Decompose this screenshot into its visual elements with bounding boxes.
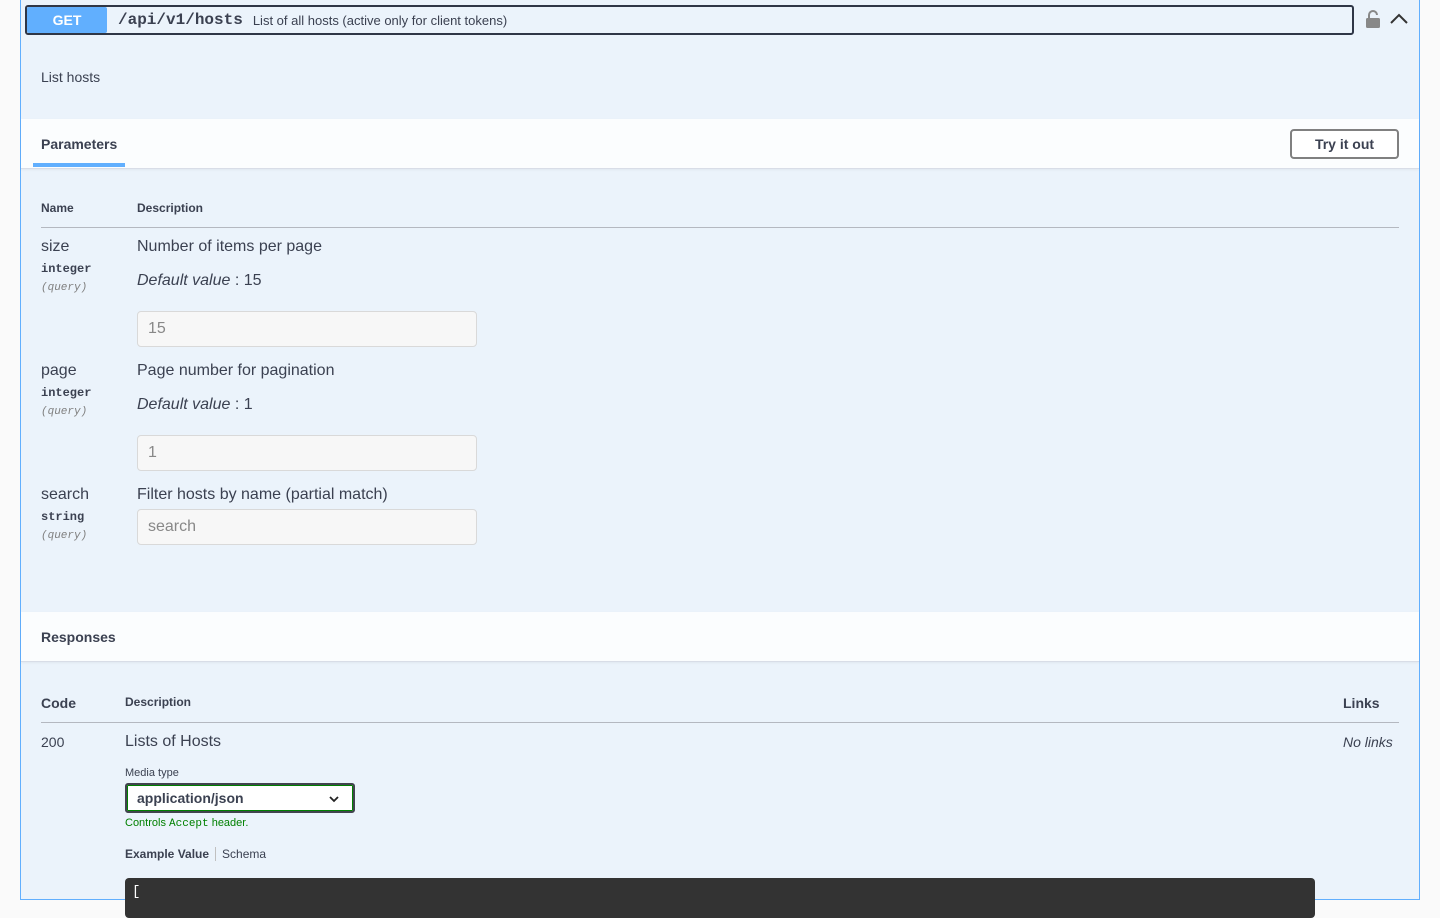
media-type-label: Media type [125, 767, 179, 779]
param-location: (query) [41, 406, 88, 418]
col-links-header: Links [1343, 695, 1380, 711]
tab-underline [33, 163, 125, 167]
lock-icon[interactable] [1365, 10, 1381, 28]
method-badge: GET [27, 7, 107, 33]
param-name-page: page [41, 362, 77, 379]
tab-schema[interactable]: Schema [222, 847, 266, 861]
example-code-block: [ [125, 878, 1315, 918]
param-name-size: size [41, 238, 70, 255]
divider [41, 722, 1399, 723]
param-default: Default value : 15 [137, 272, 262, 289]
media-type-value: application/json [137, 790, 244, 806]
operation-description: List hosts [41, 69, 101, 85]
param-type: integer [41, 386, 92, 400]
tab-example-value[interactable]: Example Value [125, 847, 209, 861]
try-it-out-button[interactable]: Try it out [1290, 129, 1399, 159]
col-name-header: Name [41, 201, 74, 215]
operation-block: GET /api/v1/hosts List of all hosts (act… [20, 0, 1420, 918]
chevron-up-icon[interactable] [1389, 10, 1409, 26]
example-tabs: Example Value Schema [125, 847, 266, 861]
response-links: No links [1343, 734, 1393, 750]
code-text: [ [132, 884, 141, 900]
responses-header: Responses [21, 612, 1419, 662]
param-name-search: search [41, 486, 90, 503]
accept-header-note: Controls Accept header. [125, 817, 249, 830]
search-input[interactable] [137, 509, 477, 545]
param-description: Number of items per page [137, 238, 322, 255]
col-description-header: Description [137, 201, 204, 215]
operation-summary-text: List of all hosts (active only for clien… [252, 12, 508, 28]
responses-title: Responses [41, 629, 116, 645]
param-description: Filter hosts by name (partial match) [137, 486, 388, 503]
operation-summary[interactable]: GET /api/v1/hosts List of all hosts (act… [25, 5, 1354, 35]
size-input[interactable] [137, 311, 477, 347]
operation-path: /api/v1/hosts [118, 11, 243, 29]
param-location: (query) [41, 282, 88, 294]
col-description-header: Description [125, 695, 192, 709]
param-type: integer [41, 262, 92, 276]
parameters-header: Parameters Try it out [21, 119, 1419, 169]
tab-parameters[interactable]: Parameters [41, 136, 117, 152]
divider [41, 227, 1399, 228]
response-code: 200 [41, 734, 65, 750]
param-description: Page number for pagination [137, 362, 335, 379]
param-type: string [41, 510, 85, 524]
col-code-header: Code [41, 695, 76, 711]
page-input[interactable] [137, 435, 477, 471]
response-description: Lists of Hosts [125, 733, 222, 750]
chevron-down-icon [329, 796, 339, 803]
tab-separator [215, 847, 217, 861]
param-location: (query) [41, 530, 88, 542]
param-default: Default value : 1 [137, 396, 253, 413]
media-type-select[interactable]: application/json [125, 783, 355, 813]
